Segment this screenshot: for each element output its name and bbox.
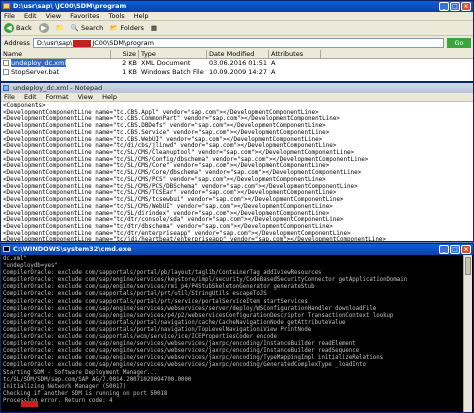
up-folder-icon: 📁 xyxy=(55,24,64,32)
menu-file[interactable]: File xyxy=(4,12,15,20)
notepad-window: undeploy_dc.xml - Notepad File Edit Form… xyxy=(0,82,474,242)
address-input[interactable]: D:\usr\sap\ JC00\SDM\program xyxy=(32,38,444,48)
console-line: CompilerOracle: exclude com/sap/engine/s… xyxy=(3,355,384,362)
file-size: 1 KB xyxy=(122,68,137,76)
notepad-text-area[interactable]: <Components> <DevelopmentComponentLine n… xyxy=(1,102,473,241)
file-type: XML Document xyxy=(141,59,191,67)
np-menu-view[interactable]: View xyxy=(78,93,93,101)
console-line: CompilerOracle: exclude com/sap/engine/s… xyxy=(3,277,408,284)
cmd-minimize-button[interactable]: _ xyxy=(439,245,449,254)
np-menu-edit[interactable]: Edit xyxy=(24,93,37,101)
cmd-maximize-button[interactable]: □ xyxy=(450,245,460,254)
menu-favorites[interactable]: Favorites xyxy=(70,12,99,20)
console-line: CompilerOracle: exclude com/sapportals/p… xyxy=(3,298,308,305)
forward-arrow-icon: ▶ xyxy=(38,23,49,33)
search-icon: 🔍 xyxy=(70,24,79,32)
folder-icon xyxy=(3,3,10,9)
column-date-modified[interactable]: Date Modified xyxy=(207,50,269,58)
views-icon: ▦ xyxy=(150,24,158,32)
explorer-title: D:\usr\sap\ \JC00\SDM\program xyxy=(13,2,127,10)
cmd-console-output[interactable]: dc.xml" "undeploydb=yes" CompilerOracle: e… xyxy=(1,255,463,412)
redaction-mark xyxy=(21,401,38,407)
address-label: Address xyxy=(4,39,30,47)
address-bar: Address D:\usr\sap\ JC00\SDM\program Go xyxy=(1,37,473,49)
console-line: CompilerOracle: exclude com/sapportals/p… xyxy=(3,270,322,277)
scrollbar-thumb[interactable] xyxy=(465,257,471,275)
console-line: dc.xml" xyxy=(3,256,27,262)
menu-tools[interactable]: Tools xyxy=(109,12,125,20)
folders-button[interactable]: 📂 Folders xyxy=(110,24,144,32)
cmd-icon xyxy=(3,246,10,252)
column-type[interactable]: Type xyxy=(139,50,207,58)
folders-icon: 📂 xyxy=(110,24,119,32)
batch-file-icon xyxy=(3,69,9,75)
console-line: CompilerOracle: exclude com/sap/engine/s… xyxy=(3,341,356,348)
file-name: StopServer.bat xyxy=(11,68,60,76)
menu-edit[interactable]: Edit xyxy=(24,12,37,20)
np-menu-help[interactable]: Help xyxy=(102,93,117,101)
file-type: Windows Batch File xyxy=(141,68,204,76)
console-line: Starting SDM - Software Deployment Manag… xyxy=(3,369,158,376)
redaction-mark xyxy=(73,39,92,47)
console-line: CompilerOracle: exclude com/sap/engine/s… xyxy=(3,312,394,319)
explorer-window: D:\usr\sap\ \JC00\SDM\program _ □ × File… xyxy=(0,0,474,82)
notepad-icon xyxy=(3,85,9,91)
file-attr: A xyxy=(271,68,276,76)
file-date: 03.06.2016 01:51 xyxy=(209,59,268,67)
up-folder-button[interactable]: 📁 xyxy=(56,24,64,32)
address-path-end: JC00\SDM\program xyxy=(92,39,154,47)
explorer-menu-bar: File Edit View Favorites Tools Help xyxy=(1,12,473,21)
notepad-title: undeploy_dc.xml - Notepad xyxy=(13,84,103,92)
notepad-title-bar[interactable]: undeploy_dc.xml - Notepad xyxy=(1,83,473,93)
np-menu-format[interactable]: Format xyxy=(46,93,69,101)
file-list: undeploy_dc.xml 2 KB XML Document 03.06.… xyxy=(1,59,473,81)
console-line: Checking if another SDM is running on po… xyxy=(3,390,168,397)
back-arrow-icon: ◀ xyxy=(4,23,14,33)
forward-button[interactable]: ▶ xyxy=(38,23,49,33)
go-button[interactable]: Go xyxy=(447,38,471,48)
cmd-close-button[interactable]: × xyxy=(461,245,471,254)
xml-file-icon xyxy=(3,60,9,66)
explorer-toolbar: ◀ Back ▶ 📁 🔍 Search 📂 Folders ▦ xyxy=(1,21,473,36)
column-size[interactable]: Size xyxy=(111,50,139,58)
search-button[interactable]: 🔍 Search xyxy=(71,24,103,32)
cmd-scrollbar[interactable] xyxy=(463,255,472,412)
console-line: CompilerOracle: exclude com/sapportals/p… xyxy=(3,291,267,298)
console-line: Initializing Network Manager (50017) xyxy=(3,383,127,390)
file-row[interactable]: StopServer.bat 1 KB Windows Batch File 1… xyxy=(1,68,473,77)
cmd-title: C:\WINDOWS\system32\cmd.exe xyxy=(13,245,132,253)
file-attr: A xyxy=(271,59,276,67)
console-line: CompilerOracle: exclude com/sap/engine/s… xyxy=(3,362,366,369)
minimize-button[interactable]: _ xyxy=(439,2,449,11)
console-line: Processing error. Return code: 4 xyxy=(3,397,113,404)
console-line: tc/SL/SDM/SDM/sap.com/SAP AG/7.0014.2007… xyxy=(3,376,192,383)
console-line: CompilerOracle: exclude com/sapportals/p… xyxy=(3,326,312,333)
views-button[interactable]: ▦ xyxy=(151,24,157,32)
back-button[interactable]: ◀ Back xyxy=(4,23,32,33)
menu-view[interactable]: View xyxy=(46,12,61,20)
address-path-start: D:\usr\sap\ xyxy=(36,39,73,47)
file-size: 2 KB xyxy=(122,59,137,67)
np-menu-file[interactable]: File xyxy=(4,93,15,101)
menu-help[interactable]: Help xyxy=(134,12,149,20)
close-button[interactable]: × xyxy=(461,2,471,11)
console-line: CompilerOracle: exclude com/sap/engine/s… xyxy=(3,348,360,355)
console-line: CompilerOracle: exclude com/sapportals/p… xyxy=(3,319,346,326)
explorer-title-bar[interactable]: D:\usr\sap\ \JC00\SDM\program _ □ × xyxy=(1,1,473,12)
cmd-window: C:\WINDOWS\system32\cmd.exe _ □ × dc.xml… xyxy=(0,243,474,413)
maximize-button[interactable]: □ xyxy=(450,2,460,11)
console-line: CompilerOracle: exclude com/sap/engine/s… xyxy=(3,284,315,291)
column-name[interactable]: Name xyxy=(1,50,111,58)
notepad-menu-bar: File Edit Format View Help xyxy=(1,93,473,102)
console-line: "undeploydb=yes" xyxy=(3,263,58,270)
file-list-header: Name Size Type Date Modified Attributes xyxy=(1,50,473,59)
cmd-title-bar[interactable]: C:\WINDOWS\system32\cmd.exe _ □ × xyxy=(1,244,473,255)
file-row[interactable]: undeploy_dc.xml 2 KB XML Document 03.06.… xyxy=(1,59,473,68)
file-date: 10.09.2009 14:27 xyxy=(209,68,268,76)
file-name: undeploy_dc.xml xyxy=(11,59,67,67)
console-line: CompilerOracle: exclude com/sapportals/w… xyxy=(3,334,277,341)
column-attributes[interactable]: Attributes xyxy=(269,50,321,58)
console-line: CompilerOracle: exclude com/sap/engine/s… xyxy=(3,305,377,312)
